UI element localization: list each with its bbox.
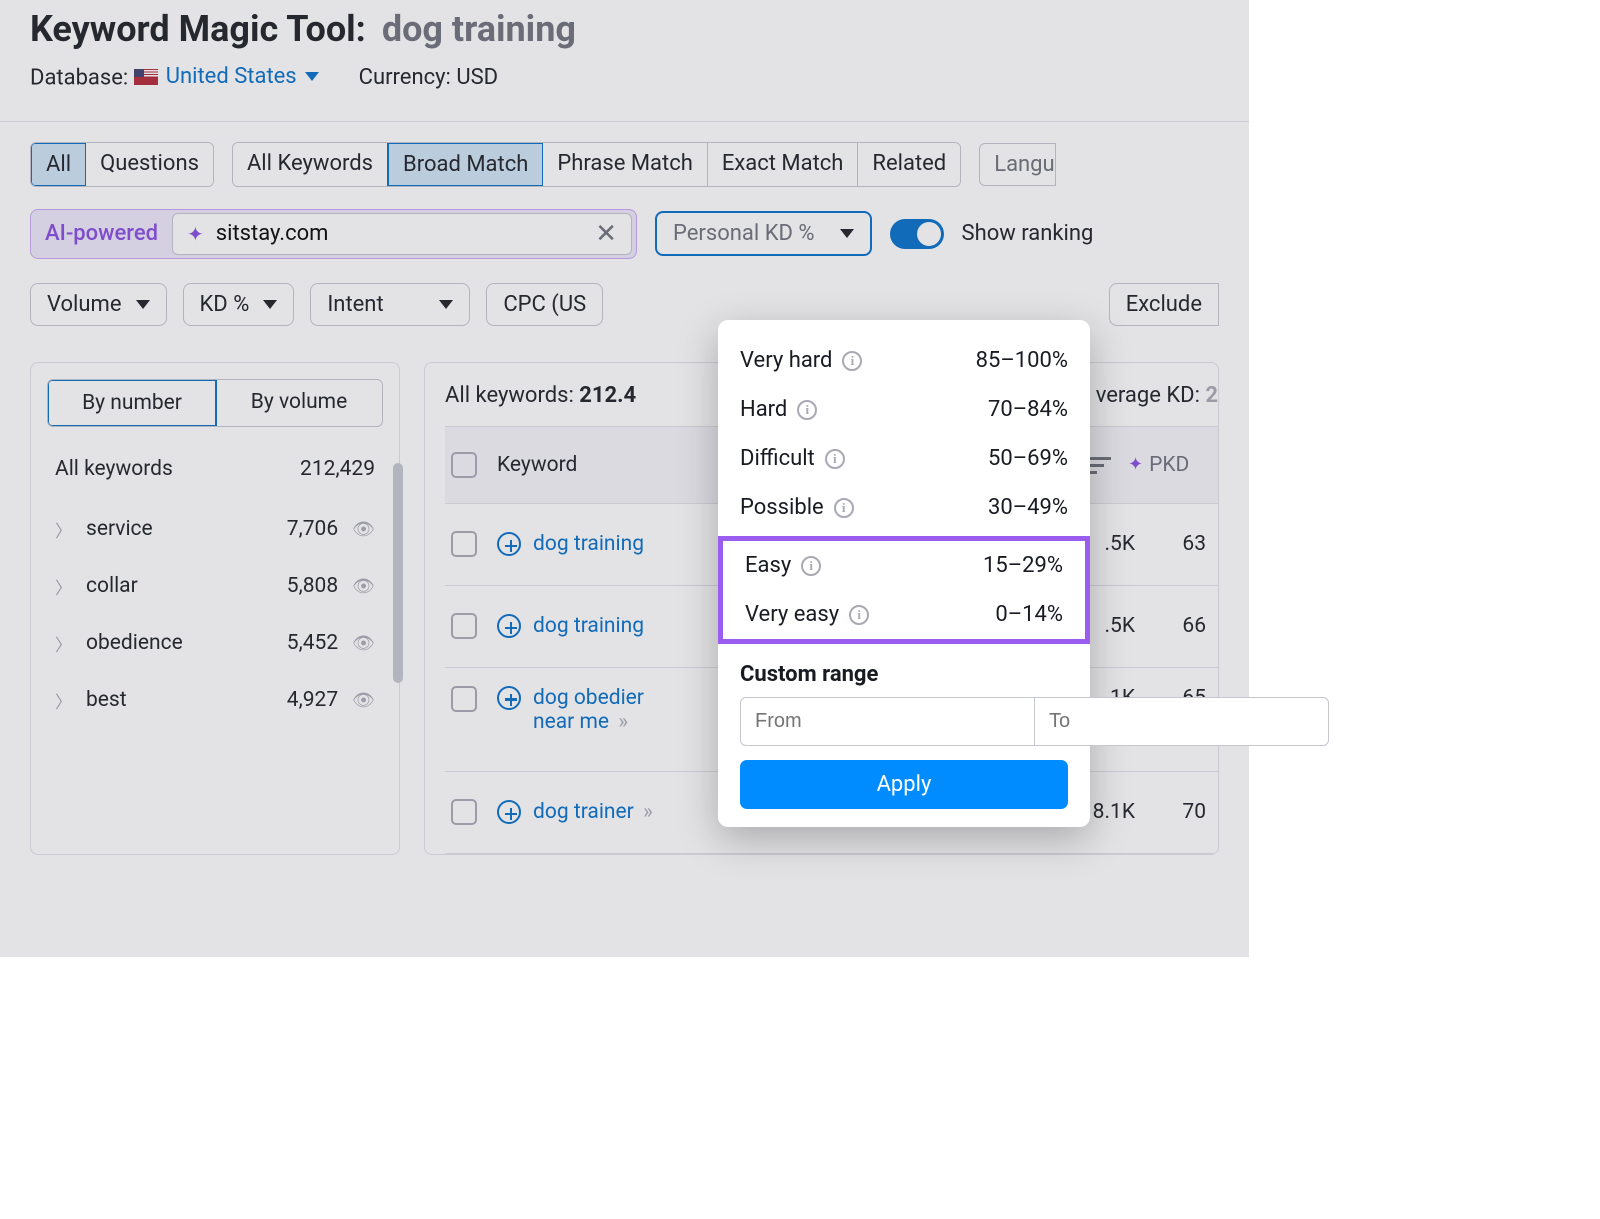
kd-option-difficult[interactable]: Difficulti 50–69% (718, 434, 1090, 483)
custom-range-to-input[interactable] (1034, 697, 1329, 746)
chevron-right-icon: 〉 (55, 631, 72, 656)
average-kd-label: verage KD: (1096, 383, 1206, 408)
sparkle-icon: ✦ (1128, 454, 1143, 475)
tab-exact-match[interactable]: Exact Match (708, 143, 859, 186)
language-filter[interactable]: Langu (979, 143, 1055, 186)
cpc-filter[interactable]: CPC (US (486, 283, 603, 326)
total-keywords-value: 212.4 (579, 383, 636, 408)
tab-related[interactable]: Related (858, 143, 960, 186)
personal-kd-dropdown[interactable]: Personal KD % (655, 211, 872, 256)
add-icon[interactable] (497, 614, 521, 638)
sidebar-item-collar[interactable]: 〉 collar 5,808 👁 (47, 558, 383, 615)
select-all-checkbox[interactable] (451, 452, 477, 478)
chevron-down-icon (263, 300, 277, 309)
show-ranking-label: Show ranking (962, 221, 1094, 246)
eye-icon[interactable]: 👁 (352, 576, 375, 597)
eye-icon[interactable]: 👁 (352, 633, 375, 654)
kd-option-possible[interactable]: Possiblei 30–49% (718, 483, 1090, 532)
keyword-type-group: All Questions (30, 142, 214, 187)
chevron-right-icon: 〉 (55, 517, 72, 542)
currency-label: Currency: USD (359, 65, 498, 90)
ai-powered-label: AI-powered (45, 221, 168, 246)
add-icon[interactable] (497, 686, 521, 710)
apply-button[interactable]: Apply (740, 760, 1068, 809)
info-icon[interactable]: i (797, 400, 817, 420)
kd-option-very-hard[interactable]: Very hardi 85–100% (718, 336, 1090, 385)
sidebar-tab-by-number[interactable]: By number (47, 379, 217, 427)
sidebar: By number By volume All keywords 212,429… (30, 362, 400, 855)
info-icon[interactable]: i (834, 498, 854, 518)
sidebar-all-keywords-count: 212,429 (300, 457, 375, 481)
average-kd-value: 2 (1205, 383, 1218, 408)
tab-broad-match[interactable]: Broad Match (387, 142, 544, 187)
kd-option-easy[interactable]: Easyi 15–29% (723, 541, 1085, 590)
custom-range-label: Custom range (718, 648, 1090, 697)
eye-icon[interactable]: 👁 (352, 519, 375, 540)
chevron-right-icon: 〉 (55, 688, 72, 713)
domain-input[interactable]: ✦ sitstay.com ✕ (172, 213, 632, 255)
sparkle-icon: ✦ (187, 222, 204, 246)
chevron-down-icon (136, 300, 150, 309)
info-icon[interactable]: i (849, 605, 869, 625)
personal-kd-label: Personal KD % (673, 221, 815, 246)
tab-all-keywords[interactable]: All Keywords (233, 143, 388, 186)
ai-powered-pill: AI-powered ✦ sitstay.com ✕ (30, 209, 637, 259)
row-checkbox[interactable] (451, 686, 477, 712)
kd-filter[interactable]: KD % (183, 283, 295, 326)
tab-all[interactable]: All (30, 142, 87, 187)
eye-icon[interactable]: 👁 (352, 690, 375, 711)
personal-kd-dropdown-panel: Very hardi 85–100% Hardi 70–84% Difficul… (718, 320, 1090, 827)
clear-icon[interactable]: ✕ (595, 219, 617, 249)
show-ranking-toggle[interactable] (890, 219, 944, 249)
pkd-cell: 63 (1143, 532, 1218, 556)
page-query: dog training (382, 8, 576, 50)
info-icon[interactable]: i (825, 449, 845, 469)
info-icon[interactable]: i (801, 556, 821, 576)
row-checkbox[interactable] (451, 531, 477, 557)
tab-phrase-match[interactable]: Phrase Match (543, 143, 707, 186)
sidebar-all-keywords-label: All keywords (55, 457, 173, 481)
kd-option-very-easy[interactable]: Very easyi 0–14% (723, 590, 1085, 639)
database-label: Database: (30, 66, 128, 91)
custom-range-from-input[interactable] (740, 697, 1034, 746)
us-flag-icon (134, 69, 158, 85)
intent-filter[interactable]: Intent (310, 283, 470, 326)
kd-option-hard[interactable]: Hardi 70–84% (718, 385, 1090, 434)
chevron-down-icon (305, 72, 319, 81)
row-checkbox[interactable] (451, 613, 477, 639)
sidebar-item-obedience[interactable]: 〉 obedience 5,452 👁 (47, 615, 383, 672)
sidebar-item-service[interactable]: 〉 service 7,706 👁 (47, 501, 383, 558)
sidebar-tab-by-volume[interactable]: By volume (216, 380, 382, 426)
info-icon[interactable]: i (842, 351, 862, 371)
chevron-right-icon: 〉 (55, 574, 72, 599)
page-title: Keyword Magic Tool: (30, 8, 366, 50)
column-pkd[interactable]: ✦ PKD (1128, 453, 1218, 477)
volume-filter[interactable]: Volume (30, 283, 167, 326)
add-icon[interactable] (497, 800, 521, 824)
chevron-down-icon (840, 229, 854, 238)
pkd-cell: 66 (1143, 614, 1218, 638)
highlighted-options: Easyi 15–29% Very easyi 0–14% (718, 536, 1090, 644)
database-selector[interactable]: United States (134, 64, 319, 89)
sidebar-item-best[interactable]: 〉 best 4,927 👁 (47, 672, 383, 729)
row-checkbox[interactable] (451, 799, 477, 825)
chevron-down-icon (439, 300, 453, 309)
scrollbar[interactable] (393, 463, 403, 683)
total-keywords-label: All keywords: (445, 383, 579, 408)
match-type-group: All Keywords Broad Match Phrase Match Ex… (232, 142, 961, 187)
tab-questions[interactable]: Questions (86, 143, 213, 186)
divider (0, 121, 1249, 122)
database-value: United States (166, 64, 297, 89)
exclude-filter[interactable]: Exclude (1109, 283, 1219, 326)
add-icon[interactable] (497, 532, 521, 556)
pkd-cell: 70 (1143, 800, 1218, 824)
domain-value: sitstay.com (216, 221, 329, 246)
